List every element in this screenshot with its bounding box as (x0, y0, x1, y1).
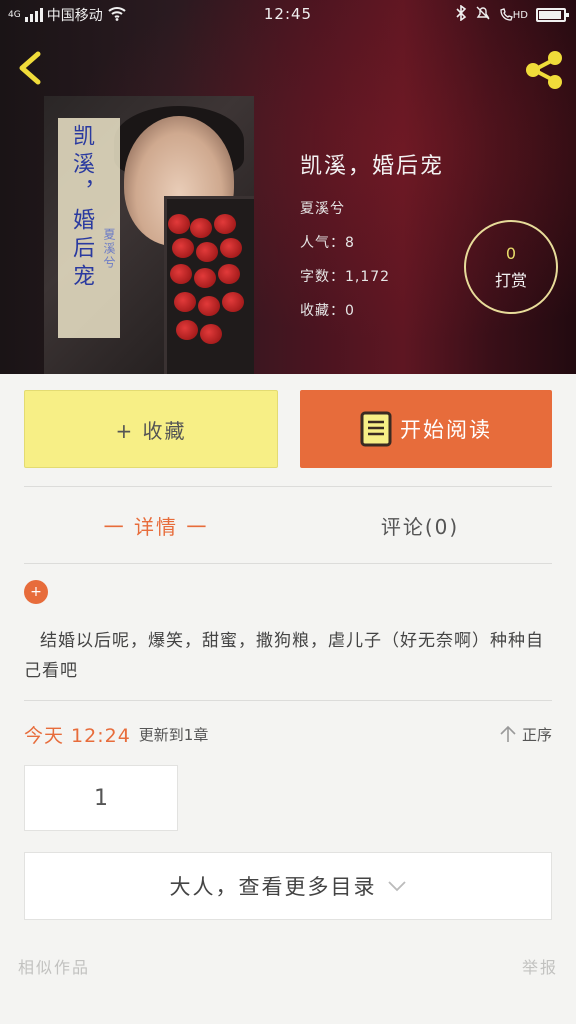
tip-label: 打赏 (494, 270, 527, 290)
favorite-button[interactable]: + 收藏 (24, 390, 278, 468)
bluetooth-icon (455, 4, 467, 25)
book-author[interactable]: 夏溪兮 (300, 198, 444, 218)
chapter-item[interactable]: 1 (24, 765, 178, 831)
update-time: 今天 12:24 (24, 724, 131, 747)
status-bar: 4G 中国移动 12:45 HD (0, 0, 576, 28)
favorite-label: + 收藏 (115, 418, 187, 443)
tip-count: 0 (505, 243, 517, 263)
divider (24, 563, 552, 564)
chevron-left-icon (19, 51, 41, 85)
back-button[interactable] (14, 48, 50, 88)
book-word-count: 字数：1,172 (300, 269, 391, 285)
share-icon (526, 51, 562, 89)
tab-detail[interactable]: 一 详情 一 (24, 488, 288, 562)
update-text: 更新到1章 (138, 725, 209, 744)
status-right: HD (455, 4, 569, 25)
battery-icon (536, 8, 569, 22)
more-catalog-button[interactable]: 大人，查看更多目录 (24, 852, 552, 920)
tab-comments-label: 评论(0) (380, 514, 460, 539)
start-reading-label: 开始阅读 (400, 418, 492, 442)
divider (24, 486, 552, 487)
expand-description-button[interactable]: + (24, 580, 48, 604)
cover-author: 夏溪兮 (102, 228, 116, 270)
arrow-up-icon (500, 725, 516, 742)
cover-title: 凯溪，婚后宠 (69, 124, 94, 292)
tip-button[interactable]: 0 打赏 (464, 220, 558, 314)
book-title: 凯溪，婚后宠 (300, 154, 445, 179)
share-button[interactable] (522, 48, 566, 92)
hd-label: HD (512, 9, 528, 21)
book-popularity: 人气：8 (300, 235, 355, 251)
sort-order-button[interactable]: 正序 (498, 716, 552, 752)
book-cover: 凯溪，婚后宠 夏溪兮 (44, 96, 254, 374)
book-description: 结婚以后呢，爆笑，甜蜜，撒狗粮，虐儿子（好无奈啊）种种自己看吧 (24, 631, 544, 681)
plus-icon: + (30, 584, 42, 600)
book-icon (360, 411, 392, 447)
start-reading-button[interactable]: 开始阅读 (300, 390, 552, 468)
sort-label: 正序 (521, 725, 552, 744)
chapter-number: 1 (94, 785, 108, 811)
book-favorites: 收藏：0 (300, 303, 355, 319)
book-info: 凯溪，婚后宠 夏溪兮 人气：8 字数：1,172 收藏：0 (300, 148, 444, 334)
more-catalog-label: 大人，查看更多目录 (169, 875, 377, 899)
chevron-down-icon (387, 881, 406, 892)
tab-detail-label: 一 详情 一 (103, 514, 209, 539)
report-link[interactable]: 举报 (522, 954, 558, 978)
similar-works-label: 相似作品 (18, 958, 91, 977)
divider (24, 700, 552, 701)
update-info: 今天 12:24 更新到1章 (24, 716, 208, 752)
call-hd-icon: HD (499, 8, 528, 22)
mute-icon (475, 5, 491, 25)
tab-comments[interactable]: 评论(0) (288, 488, 552, 562)
